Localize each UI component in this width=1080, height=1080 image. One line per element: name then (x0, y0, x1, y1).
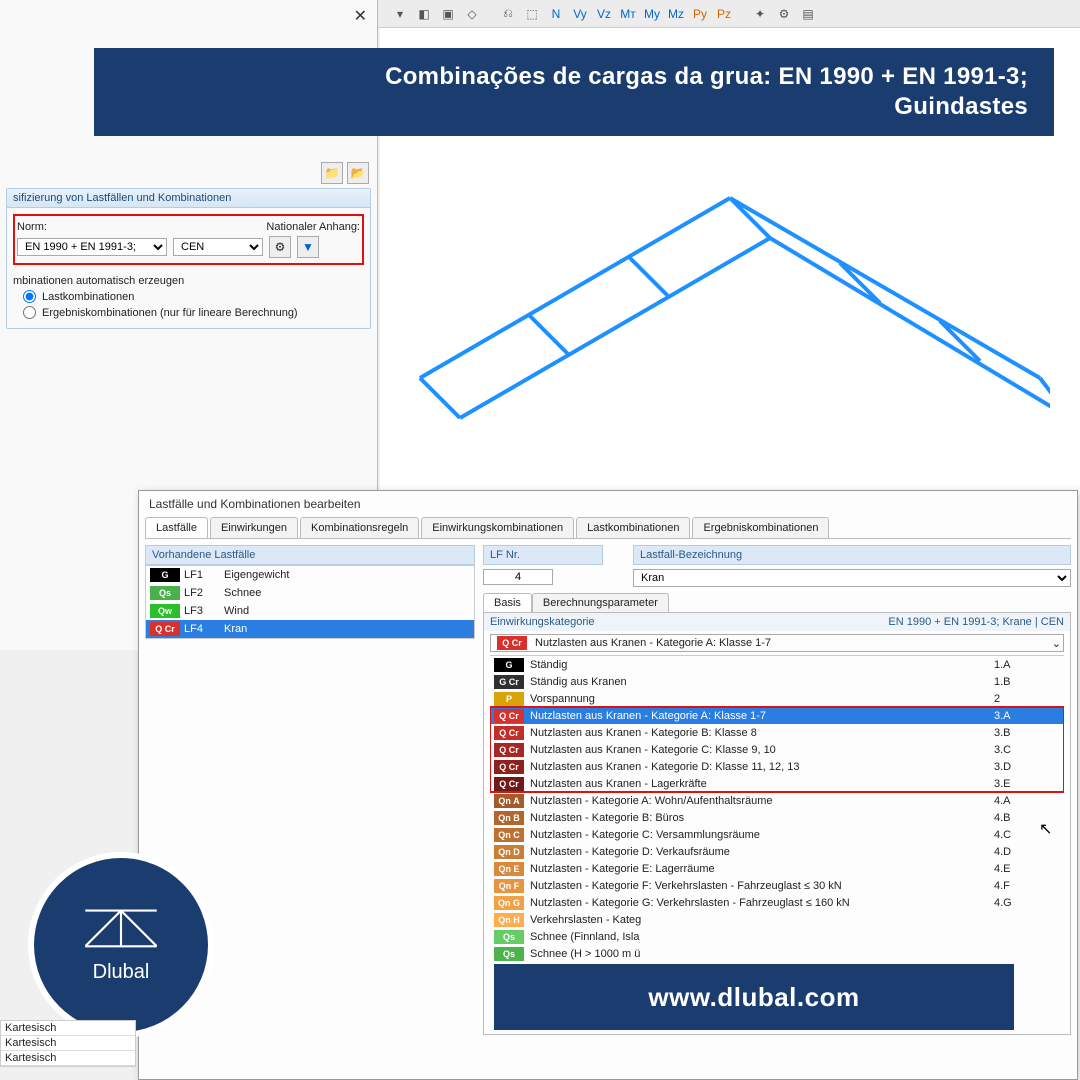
dialog-title: Lastfälle und Kombinationen bearbeiten (139, 491, 1077, 517)
filter-icon[interactable]: ▼ (297, 236, 319, 258)
folder-new-icon[interactable]: 📁 (321, 162, 343, 184)
load-case-row[interactable]: QwLF3Wind (146, 602, 474, 620)
overlay-line1: Combinações de cargas da grua: EN 1990 +… (120, 62, 1028, 92)
category-row[interactable]: PVorspannung2 (490, 690, 1064, 707)
annex-label: Nationaler Anhang: (266, 221, 360, 233)
tab-einwirkungen[interactable]: Einwirkungen (210, 517, 298, 538)
category-row[interactable]: Qn DNutzlasten - Kategorie D: Verkaufsrä… (490, 843, 1064, 860)
cat-standard-label: EN 1990 + EN 1991-3; Krane | CEN (888, 616, 1064, 628)
toolbar-icon[interactable]: Mт (618, 4, 638, 24)
lf-panel-title: Vorhandene Lastfälle (145, 545, 475, 565)
toolbar-icon[interactable]: ▣ (438, 4, 458, 24)
lf-nr-label: LF Nr. (483, 545, 603, 565)
folder-open-icon[interactable]: 📂 (347, 162, 369, 184)
tab-lastfälle[interactable]: Lastfälle (145, 517, 208, 538)
toolbar-icon[interactable]: ◧ (414, 4, 434, 24)
category-row[interactable]: Q CrNutzlasten aus Kranen - Kategorie C:… (490, 741, 1064, 758)
category-row[interactable]: Qn BNutzlasten - Kategorie B: Büros4.B (490, 809, 1064, 826)
toolbar-icon[interactable]: Py (690, 4, 710, 24)
category-row[interactable]: Q CrNutzlasten aus Kranen - Kategorie D:… (490, 758, 1064, 775)
lf-nr-input[interactable] (483, 569, 553, 585)
group-header: sifizierung von Lastfällen und Kombinati… (7, 189, 370, 208)
promo-overlay: Combinações de cargas da grua: EN 1990 +… (94, 48, 1054, 136)
toolbar-icon[interactable]: ⎌ (498, 4, 518, 24)
toolbar-icon[interactable]: ▾ (390, 4, 410, 24)
toolbar-icon[interactable]: ▤ (798, 4, 818, 24)
brand-logo: Dlubal (34, 858, 208, 1032)
list-item: Kartesisch (1, 1021, 135, 1036)
load-case-table: GLF1EigengewichtQsLF2SchneeQwLF3WindQ Cr… (145, 565, 475, 639)
brand-url: www.dlubal.com (494, 964, 1014, 1030)
logo-icon (85, 907, 157, 957)
subtab-berechnungsparameter[interactable]: Berechnungsparameter (532, 593, 669, 612)
close-icon[interactable]: ✕ (354, 6, 367, 26)
category-dropdown[interactable]: Q Cr Nutzlasten aus Kranen - Kategorie A… (490, 634, 1064, 652)
toolbar-icon[interactable]: N (546, 4, 566, 24)
overlay-line2: Guindastes (120, 92, 1028, 122)
load-case-row[interactable]: QsLF2Schnee (146, 584, 474, 602)
category-row[interactable]: QsSchnee (Finnland, Isla (490, 928, 1064, 945)
toolbar-icon[interactable]: ✦ (750, 4, 770, 24)
bottom-left-list: KartesischKartesischKartesisch (0, 1020, 136, 1067)
tab-einwirkungskombinationen[interactable]: Einwirkungskombinationen (421, 517, 574, 538)
category-row[interactable]: Qn HVerkehrslasten - Kateg (490, 911, 1064, 928)
category-row[interactable]: Qn ANutzlasten - Kategorie A: Wohn/Aufen… (490, 792, 1064, 809)
category-row[interactable]: G CrStändig aus Kranen1.B (490, 673, 1064, 690)
toolbar-icon[interactable]: Mz (666, 4, 686, 24)
category-row[interactable]: GStändig1.A (490, 656, 1064, 673)
lf-bez-select[interactable]: Kran (633, 569, 1071, 587)
category-row[interactable]: Q CrNutzlasten aus Kranen - Lagerkräfte3… (490, 775, 1064, 792)
load-case-row[interactable]: Q CrLF4Kran (146, 620, 474, 638)
category-row[interactable]: Q CrNutzlasten aus Kranen - Kategorie B:… (490, 724, 1064, 741)
opt-load-comb[interactable] (23, 290, 36, 303)
subtab-basis[interactable]: Basis (483, 593, 532, 612)
lf-bez-label: Lastfall-Bezeichnung (633, 545, 1071, 565)
chevron-down-icon: ⌄ (1052, 637, 1061, 650)
classification-group: sifizierung von Lastfällen und Kombinati… (6, 188, 371, 329)
auto-combine-label: mbinationen automatisch erzeugen (13, 275, 364, 287)
list-item: Kartesisch (1, 1036, 135, 1051)
category-row[interactable]: Qn FNutzlasten - Kategorie F: Verkehrsla… (490, 877, 1064, 894)
mouse-cursor: ↖ (1039, 819, 1052, 839)
toolbar-icon[interactable]: ◇ (462, 4, 482, 24)
cat-header-label: Einwirkungskategorie (490, 616, 595, 628)
category-row[interactable]: Qn GNutzlasten - Kategorie G: Verkehrsla… (490, 894, 1064, 911)
brand-name: Dlubal (93, 961, 150, 984)
toolbar-icon[interactable]: Vy (570, 4, 590, 24)
structure-lines (410, 168, 1050, 468)
category-row[interactable]: Qn CNutzlasten - Kategorie C: Versammlun… (490, 826, 1064, 843)
settings-icon[interactable]: ⚙ (269, 236, 291, 258)
tab-lastkombinationen[interactable]: Lastkombinationen (576, 517, 690, 538)
subtabs: BasisBerechnungsparameter (483, 593, 1071, 612)
category-row[interactable]: Q CrNutzlasten aus Kranen - Kategorie A:… (490, 707, 1064, 724)
toolbar-icon[interactable]: Pz (714, 4, 734, 24)
dialog-tabs: LastfälleEinwirkungenKombinationsregelnE… (145, 517, 1071, 539)
norm-label: Norm: (17, 221, 87, 233)
tab-ergebniskombinationen[interactable]: Ergebniskombinationen (692, 517, 829, 538)
toolbar-icon[interactable]: ⚙ (774, 4, 794, 24)
list-item: Kartesisch (1, 1051, 135, 1066)
load-case-row[interactable]: GLF1Eigengewicht (146, 566, 474, 584)
tag-icon: Q Cr (497, 636, 527, 650)
category-row[interactable]: Qn ENutzlasten - Kategorie E: Lagerräume… (490, 860, 1064, 877)
toolbar-icon[interactable]: ⬚ (522, 4, 542, 24)
category-row[interactable]: QsSchnee (H > 1000 m ü (490, 945, 1064, 962)
tab-kombinationsregeln[interactable]: Kombinationsregeln (300, 517, 419, 538)
annex-select[interactable]: CEN (173, 238, 263, 256)
toolbar-icon[interactable]: Vz (594, 4, 614, 24)
toolbar-icon[interactable]: My (642, 4, 662, 24)
norm-select[interactable]: EN 1990 + EN 1991-3; (17, 238, 167, 256)
opt-result-comb[interactable] (23, 306, 36, 319)
